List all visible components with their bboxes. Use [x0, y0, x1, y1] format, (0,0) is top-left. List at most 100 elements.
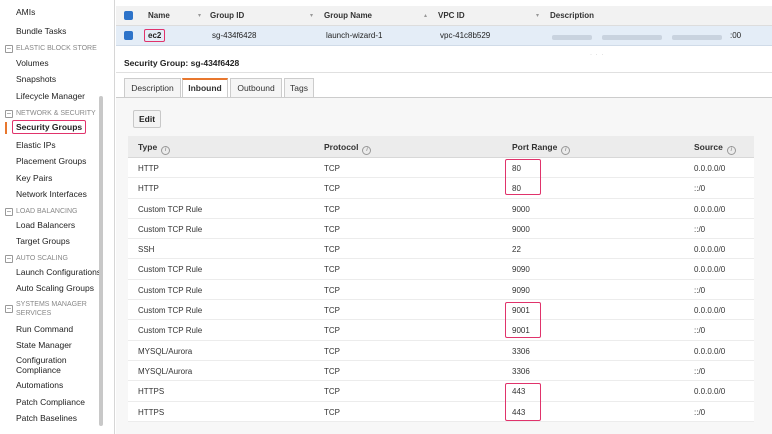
tab-inbound[interactable]: Inbound [182, 78, 228, 98]
rules-header: Type i Protocol i Port Range i Source i [128, 136, 754, 158]
collapse-icon[interactable]: – [5, 45, 13, 53]
rule-source: ::/0 [694, 224, 706, 234]
sidebar-item-patch-baselines[interactable]: Patch Baselines [16, 413, 77, 423]
sidebar-section-systems-manager[interactable]: –SYSTEMS MANAGER SERVICES [5, 300, 96, 318]
rule-protocol: TCP [324, 184, 340, 194]
column-header-protocol: Protocol i [324, 142, 372, 155]
header-type-label: Type [138, 142, 158, 152]
sidebar-item-configuration-compliance[interactable]: Configuration Compliance [16, 355, 96, 375]
sidebar-item-auto-scaling-groups[interactable]: Auto Scaling Groups [16, 283, 94, 293]
divider [116, 72, 772, 73]
rule-protocol: TCP [324, 366, 340, 376]
sidebar-item-launch-configurations[interactable]: Launch Configurations [16, 267, 101, 277]
rule-type: MYSQL/Aurora [138, 346, 193, 356]
rule-port-range: 9090 [512, 285, 530, 295]
rule-port-range: 22 [512, 245, 521, 255]
sidebar-item-run-command[interactable]: Run Command [16, 324, 73, 334]
column-header-port-range: Port Range i [512, 142, 571, 155]
sidebar-item-patch-compliance[interactable]: Patch Compliance [16, 397, 85, 407]
column-header-type: Type i [138, 142, 171, 155]
info-icon[interactable]: i [726, 146, 736, 155]
table-row[interactable]: Custom TCP Rule TCP 9090 0.0.0.0/0 [128, 259, 754, 280]
table-row[interactable]: MYSQL/Aurora TCP 3306 0.0.0.0/0 [128, 340, 754, 361]
rule-protocol: TCP [324, 285, 340, 295]
sidebar-item-automations[interactable]: Automations [16, 380, 63, 390]
resize-handle-icon[interactable]: · · · [590, 52, 604, 58]
collapse-icon[interactable]: – [5, 255, 13, 263]
tab-tags[interactable]: Tags [284, 78, 314, 98]
rule-type: SSH [138, 245, 155, 255]
sidebar-scrollbar[interactable] [99, 96, 103, 426]
row-checkbox[interactable] [124, 31, 133, 40]
tab-description[interactable]: Description [124, 78, 181, 98]
sidebar-item-state-manager[interactable]: State Manager [16, 340, 72, 350]
rule-port-range: 9000 [512, 224, 530, 234]
column-header-group-id[interactable]: Group ID [210, 11, 244, 20]
group-name-value: launch-wizard-1 [326, 31, 383, 40]
rule-protocol: TCP [324, 245, 340, 255]
collapse-icon[interactable]: – [5, 208, 13, 216]
sort-asc-icon[interactable]: ▴ [424, 12, 427, 19]
info-icon[interactable]: i [161, 146, 171, 155]
collapse-icon[interactable]: – [5, 305, 13, 313]
active-indicator [5, 122, 7, 134]
highlight-box-port-443 [505, 383, 541, 421]
info-icon[interactable]: i [362, 146, 372, 155]
column-header-group-name[interactable]: Group Name [324, 11, 372, 20]
sidebar-item-amis[interactable]: AMIs [16, 7, 35, 17]
sidebar-item-lifecycle-manager[interactable]: Lifecycle Manager [16, 91, 85, 101]
rule-source: ::/0 [694, 285, 706, 295]
column-header-name[interactable]: Name [148, 11, 170, 20]
sort-icon[interactable]: ▾ [198, 12, 201, 19]
edit-button[interactable]: Edit [133, 110, 161, 128]
sidebar-item-bundle-tasks[interactable]: Bundle Tasks [16, 26, 66, 36]
sidebar-item-target-groups[interactable]: Target Groups [16, 236, 70, 246]
rule-source: ::/0 [694, 326, 706, 336]
sidebar-item-snapshots[interactable]: Snapshots [16, 74, 56, 84]
header-protocol-label: Protocol [324, 142, 359, 152]
rule-port-range: 9090 [512, 265, 530, 275]
table-row[interactable]: HTTPS TCP 443::/0 [128, 401, 754, 422]
sidebar-section-ebs[interactable]: – ELASTIC BLOCK STORE [5, 44, 97, 53]
table-row[interactable]: Custom TCP Rule TCP 9001 0.0.0.0/0 [128, 300, 754, 321]
table-row-selected[interactable]: ec2 sg-434f6428 launch-wizard-1 vpc-41c8… [116, 26, 772, 46]
sidebar-item-load-balancers[interactable]: Load Balancers [16, 220, 75, 230]
sort-icon[interactable]: ▾ [536, 12, 539, 19]
sidebar-item-placement-groups[interactable]: Placement Groups [16, 156, 86, 166]
sidebar-section-load-balancing[interactable]: – LOAD BALANCING [5, 207, 77, 216]
sidebar-section-network-security[interactable]: – NETWORK & SECURITY [5, 109, 96, 118]
select-all-checkbox[interactable] [124, 11, 133, 20]
rule-type: Custom TCP Rule [138, 285, 203, 295]
tab-outbound[interactable]: Outbound [230, 78, 282, 98]
sidebar-item-volumes[interactable]: Volumes [16, 58, 49, 68]
sidebar-item-elastic-ips[interactable]: Elastic IPs [16, 140, 56, 150]
rule-source: ::/0 [694, 407, 706, 417]
rule-port-range: 3306 [512, 366, 530, 376]
table-row[interactable]: SSH TCP 22 0.0.0.0/0 [128, 239, 754, 260]
group-id-cell: sg-434f6428 [212, 31, 257, 40]
sidebar-item-network-interfaces[interactable]: Network Interfaces [16, 189, 87, 199]
table-row[interactable]: Custom TCP Rule TCP 9000::/0 [128, 218, 754, 240]
table-row[interactable]: Custom TCP Rule TCP 9090::/0 [128, 279, 754, 301]
rule-type: Custom TCP Rule [138, 204, 203, 214]
rule-source: ::/0 [694, 184, 706, 194]
sort-icon[interactable]: ▾ [310, 12, 313, 19]
column-header-vpc-id[interactable]: VPC ID [438, 11, 465, 20]
sidebar-section-auto-scaling[interactable]: – AUTO SCALING [5, 254, 68, 263]
info-icon[interactable]: i [561, 146, 571, 155]
sidebar-item-security-groups[interactable]: Security Groups [12, 120, 87, 134]
table-row[interactable]: HTTP TCP 80 0.0.0.0/0 [128, 158, 754, 179]
redacted-text [552, 35, 592, 40]
security-group-title: Security Group: sg-434f6428 [124, 58, 240, 68]
column-header-description[interactable]: Description [550, 11, 594, 20]
table-row[interactable]: Custom TCP Rule TCP 9001::/0 [128, 320, 754, 341]
table-row[interactable]: HTTP TCP 80::/0 [128, 178, 754, 199]
table-row[interactable]: MYSQL/Aurora TCP 3306::/0 [128, 360, 754, 382]
collapse-icon[interactable]: – [5, 110, 13, 118]
rule-source: 0.0.0.0/0 [694, 265, 726, 275]
table-row[interactable]: HTTPS TCP 443 0.0.0.0/0 [128, 381, 754, 402]
sidebar-item-key-pairs[interactable]: Key Pairs [16, 173, 52, 183]
table-row[interactable]: Custom TCP Rule TCP 9000 0.0.0.0/0 [128, 198, 754, 219]
rule-type: Custom TCP Rule [138, 326, 203, 336]
rule-type: HTTP [138, 164, 159, 173]
